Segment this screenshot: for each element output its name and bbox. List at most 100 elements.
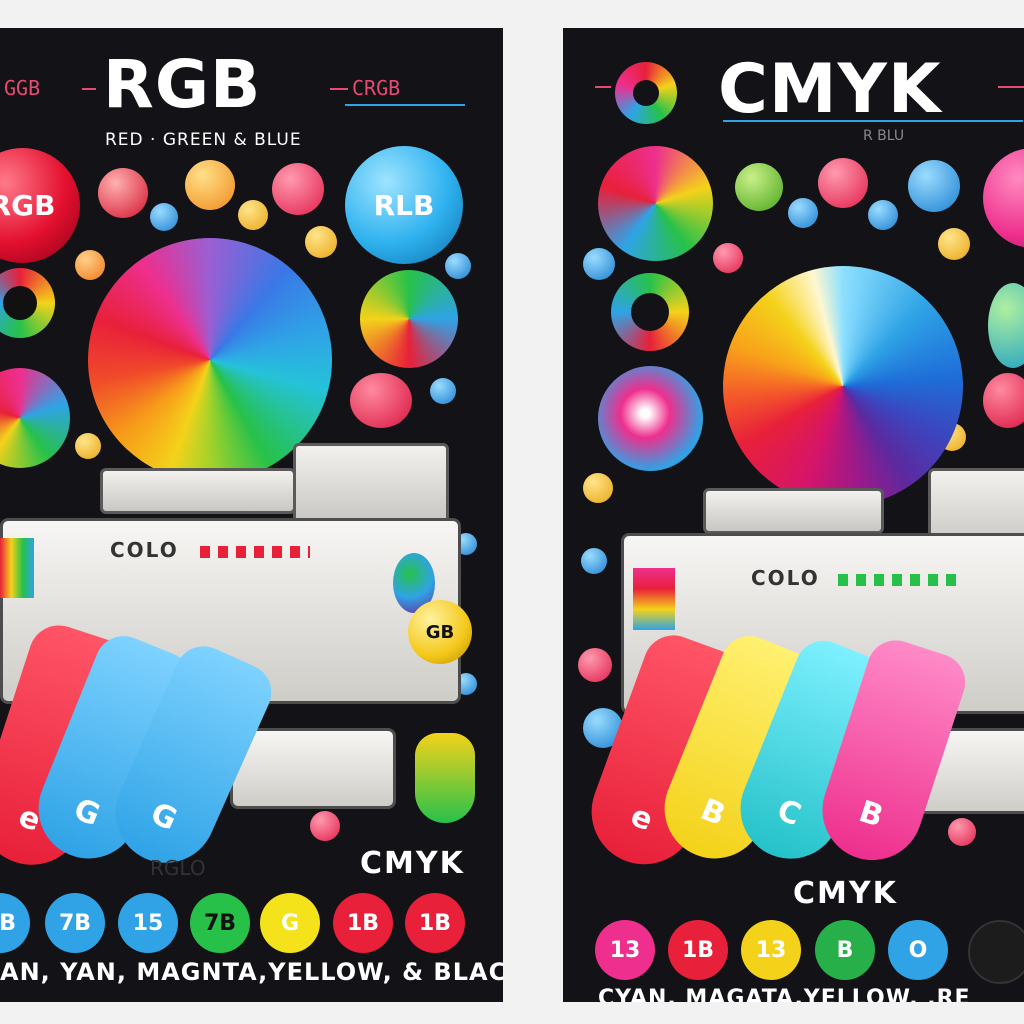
rgb-red-ball: RGB: [0, 148, 80, 263]
rgb-tag-right: CRGB: [352, 76, 401, 100]
swatch-label: 13: [609, 937, 641, 963]
drop-label: B: [695, 792, 731, 834]
rgb-poster: GGB RGB CRGB RED · GREEN & BLUE RGB RLB …: [0, 28, 503, 1002]
rgb-subtitle: RED · GREEN & BLUE: [105, 130, 302, 150]
swatch-red: 1B: [405, 893, 465, 953]
swatch-label: O: [908, 937, 928, 963]
color-ball: [360, 270, 458, 368]
decor-ball: [948, 818, 976, 846]
decor-ball: [98, 168, 148, 218]
decor-ball: [983, 373, 1024, 428]
cmyk-tag-small: R BLU: [863, 128, 905, 144]
rgb-tag-left: GGB: [4, 76, 41, 100]
swatch-red: 1B: [668, 920, 728, 980]
decor-ball: [713, 243, 743, 273]
decor-ball: [75, 250, 105, 280]
side-ball: GB: [408, 600, 472, 664]
drop-label: G: [68, 791, 105, 834]
swatch-label: 7B: [203, 910, 237, 936]
decor-ball: [305, 226, 337, 258]
swatch-yellow: 13: [741, 920, 801, 980]
cmyk-footer: CYAN, MAGATA,YELLOW, ,RE: [598, 986, 971, 1002]
magenta-ball: [983, 148, 1024, 248]
swatch-label: 1B: [346, 910, 380, 936]
color-bar: [633, 568, 675, 630]
drop-label: e: [626, 798, 658, 839]
rgb-blue-ball: RLB: [345, 146, 463, 264]
decor-ball: [445, 253, 471, 279]
swatch-blue: 7B: [0, 893, 30, 953]
rule: [723, 120, 1023, 122]
swatch-label: 7B: [0, 910, 17, 936]
decor-ball: [581, 548, 607, 574]
swatch-red: 1B: [333, 893, 393, 953]
swatch-label: 1B: [681, 937, 715, 963]
decor-ball: [238, 200, 268, 230]
rule: [82, 88, 96, 90]
swatch-black: [968, 920, 1024, 984]
rgb-title: RGB: [103, 46, 262, 123]
swatch-blue: 15: [118, 893, 178, 953]
ring-hole: [631, 293, 669, 331]
faded-label: RGLO: [150, 856, 206, 880]
swatch-magenta: 13: [595, 920, 655, 980]
decor-ball: [75, 433, 101, 459]
printer-label: COLO: [110, 538, 179, 562]
logo-hole: [633, 80, 659, 106]
swatch-label: 7B: [58, 910, 92, 936]
drop-label: C: [772, 792, 806, 834]
printer-top-box: [293, 443, 449, 524]
swatch-label: G: [280, 910, 300, 936]
indicator-lights: [200, 546, 310, 558]
decor-ball: [788, 198, 818, 228]
swatch-label: 15: [132, 910, 164, 936]
ball-label: RGB: [0, 189, 56, 222]
color-ball: [598, 366, 703, 471]
rule: [345, 104, 465, 106]
decor-ball: [583, 248, 615, 280]
decor-ball: [908, 160, 960, 212]
rgb-footer: AN, YAN, MAGNTA,YELLOW, & BLACK: [0, 958, 503, 986]
rule: [998, 86, 1024, 88]
swatch-label: 1B: [418, 910, 452, 936]
cmyk-poster: CMYK R BLU COLO e B C B CMYK 13 1B 13 B …: [563, 28, 1024, 1002]
swatch-green: 7B: [190, 893, 250, 953]
decor-ball: [310, 811, 340, 841]
decor-ball: [350, 373, 412, 428]
decor-ball: [583, 473, 613, 503]
swatch-label: B: [836, 937, 854, 963]
swatch-blue: O: [888, 920, 948, 980]
indicator-lights: [838, 574, 958, 586]
color-bar: [0, 538, 34, 598]
decor-ball: [150, 203, 178, 231]
decor-ball: [868, 200, 898, 230]
decor-ball: [988, 283, 1024, 368]
drop-label: B: [854, 794, 888, 835]
decor-ball: [272, 163, 324, 215]
ball-label: RLB: [373, 188, 435, 222]
printer-lid: [100, 468, 296, 514]
swatch-label: 13: [755, 937, 787, 963]
swatch-yellow: G: [260, 893, 320, 953]
decor-ball: [735, 163, 783, 211]
swatch-green: B: [815, 920, 875, 980]
ball-label: GB: [425, 621, 455, 643]
cmyk-label: CMYK: [360, 846, 465, 881]
green-drop: [415, 733, 475, 823]
rule: [595, 86, 611, 88]
decor-ball: [578, 648, 612, 682]
decor-ball: [185, 160, 235, 210]
decor-ball: [430, 378, 456, 404]
cmyk-title: CMYK: [718, 50, 942, 129]
cmyk-color-wheel: [723, 266, 963, 506]
printer-lid: [703, 488, 884, 534]
decor-ball: [818, 158, 868, 208]
printer-label: COLO: [751, 566, 820, 590]
drop-label: G: [145, 795, 183, 838]
ring-hole: [3, 286, 37, 320]
cmyk-label: CMYK: [793, 876, 898, 911]
paper-tray: [230, 728, 396, 809]
swatch-blue: 7B: [45, 893, 105, 953]
decor-ball: [938, 228, 970, 260]
cmyk-big-ball: [598, 146, 713, 261]
